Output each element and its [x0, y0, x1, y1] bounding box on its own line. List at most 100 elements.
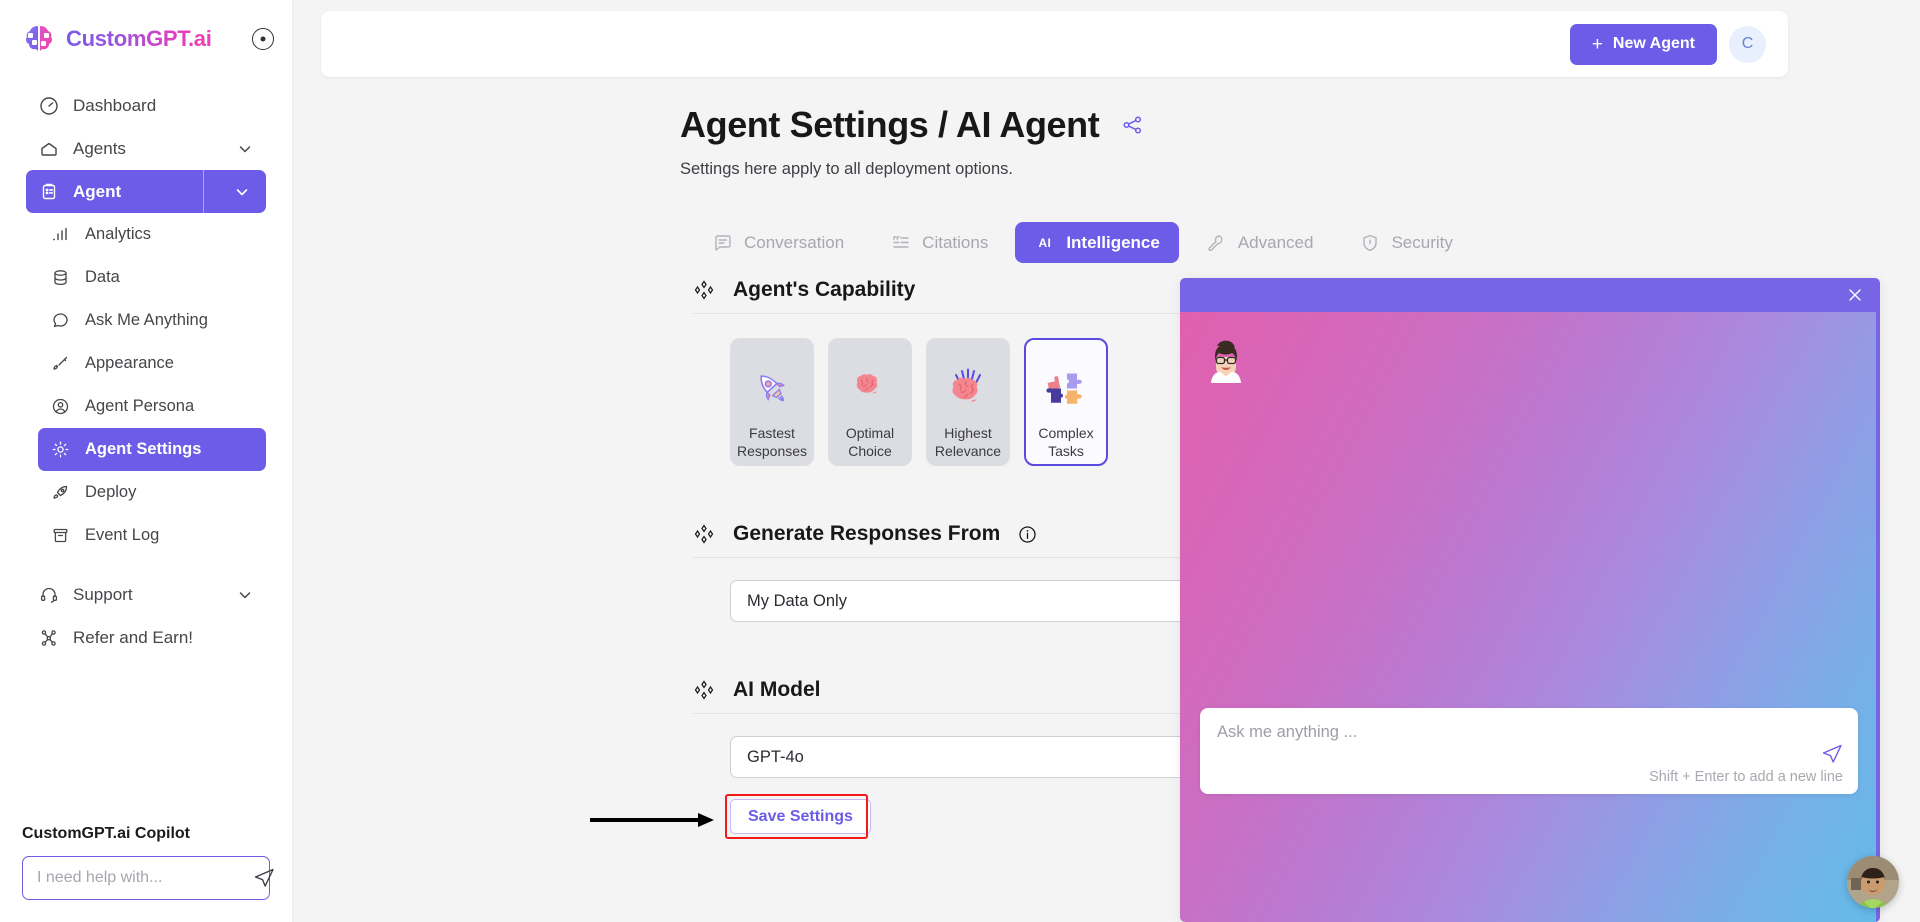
plus-icon: + — [1591, 33, 1603, 55]
rocket-icon — [50, 482, 71, 503]
rocket-art-icon — [749, 360, 795, 416]
chat-widget: Ask me anything ... Shift + Enter to add… — [1180, 278, 1880, 922]
home-icon — [38, 138, 59, 159]
sidebar-item-label: Deploy — [85, 483, 137, 501]
capability-card-label: Highest Relevance — [934, 425, 1002, 459]
chat-bubble-icon — [50, 310, 71, 331]
arrow-pointer-annotation — [590, 810, 715, 830]
bar-chart-icon — [50, 224, 71, 245]
brain-puzzle-logo — [22, 22, 56, 56]
tab-citations[interactable]: Citations — [871, 222, 1007, 263]
new-agent-button[interactable]: + New Agent — [1569, 23, 1717, 65]
sidebar-item-appearance[interactable]: Appearance — [38, 342, 266, 385]
capability-card-complex-tasks[interactable]: Complex Tasks — [1024, 338, 1108, 466]
headset-icon — [38, 584, 59, 605]
sidebar-item-label: Agent Settings — [85, 440, 202, 458]
sidebar: CustomGPT.ai Dashboard Agents Agent Anal… — [0, 0, 293, 922]
copilot-input-wrapper[interactable] — [22, 856, 274, 900]
brain-rays-art-icon — [943, 360, 993, 416]
capability-card-label: Fastest Responses — [736, 425, 808, 459]
sidebar-item-label: Appearance — [85, 354, 174, 372]
agent-avatar — [1205, 337, 1247, 383]
sidebar-item-label: Support — [73, 584, 133, 604]
info-icon[interactable] — [1018, 525, 1037, 544]
chat-input-hint: Shift + Enter to add a new line — [1649, 769, 1843, 785]
copilot-panel: CustomGPT.ai Copilot — [0, 825, 292, 922]
sidebar-item-agent-persona[interactable]: Agent Persona — [38, 385, 266, 428]
sidebar-item-label: Agents — [73, 138, 126, 158]
sidebar-item-label: Agent Persona — [85, 397, 195, 415]
capability-card-fastest-responses[interactable]: Fastest Responses — [730, 338, 814, 466]
chat-widget-body: Ask me anything ... Shift + Enter to add… — [1180, 312, 1880, 922]
wrench-icon — [1206, 232, 1227, 253]
capability-card-highest-relevance[interactable]: Highest Relevance — [926, 338, 1010, 466]
sidebar-item-label: Agent — [73, 181, 122, 201]
tab-security[interactable]: Security — [1340, 222, 1471, 263]
sidebar-item-label: Refer and Earn! — [73, 627, 194, 647]
shield-lock-icon — [1359, 232, 1380, 253]
gauge-icon — [38, 95, 59, 116]
avatar-initial: C — [1741, 35, 1754, 52]
support-person-avatar[interactable] — [1847, 856, 1899, 908]
sidebar-item-data[interactable]: Data — [38, 256, 266, 299]
tab-label: Conversation — [744, 232, 845, 252]
page-title: Agent Settings / AI Agent — [680, 104, 1100, 145]
page-title-row: Agent Settings / AI Agent — [680, 104, 1145, 146]
sidebar-item-event-log[interactable]: Event Log — [38, 514, 266, 557]
sidebar-item-ask-me-anything[interactable]: Ask Me Anything — [38, 299, 266, 342]
section-title: Agent's Capability — [733, 278, 916, 301]
brand-name: CustomGPT.ai — [66, 26, 212, 51]
collapse-sidebar-icon[interactable] — [252, 28, 274, 50]
tab-advanced[interactable]: Advanced — [1187, 222, 1333, 263]
sidebar-item-dashboard[interactable]: Dashboard — [26, 84, 266, 127]
ai-icon: AI — [1038, 235, 1052, 250]
chat-input-card[interactable]: Ask me anything ... Shift + Enter to add… — [1200, 708, 1858, 794]
sidebar-item-analytics[interactable]: Analytics — [38, 213, 266, 256]
chat-input-placeholder: Ask me anything ... — [1217, 723, 1358, 741]
section-title: AI Model — [733, 678, 821, 701]
tab-label: Security — [1391, 232, 1453, 252]
share-nodes-icon — [38, 627, 59, 648]
sparkle-diamond-icon — [693, 679, 715, 701]
quote-list-icon — [890, 232, 911, 253]
capability-card-label: Optimal Choice — [845, 425, 895, 459]
tab-intelligence[interactable]: AI Intelligence — [1015, 222, 1179, 263]
page-subtitle: Settings here apply to all deployment op… — [680, 160, 1013, 178]
chat-widget-header — [1180, 278, 1880, 312]
brain-art-icon — [849, 360, 891, 416]
capability-card-label: Complex Tasks — [1038, 425, 1094, 459]
close-icon[interactable] — [1846, 286, 1864, 304]
sidebar-item-agents[interactable]: Agents — [26, 127, 266, 170]
send-paper-plane-icon[interactable] — [1820, 742, 1844, 766]
sidebar-item-refer-and-earn[interactable]: Refer and Earn! — [26, 616, 266, 659]
sidebar-item-label: Event Log — [85, 526, 160, 544]
gear-icon — [50, 439, 71, 460]
capability-card-optimal-choice[interactable]: Optimal Choice — [828, 338, 912, 466]
database-icon — [50, 267, 71, 288]
save-settings-button[interactable]: Save Settings — [730, 799, 871, 834]
chevron-down-icon — [236, 140, 254, 158]
sidebar-item-deploy[interactable]: Deploy — [38, 471, 266, 514]
paintbrush-icon — [50, 353, 71, 374]
copilot-input[interactable] — [37, 869, 244, 887]
tab-conversation[interactable]: Conversation — [693, 222, 863, 263]
user-avatar[interactable]: C — [1729, 25, 1766, 63]
clipboard-icon — [38, 181, 59, 202]
section-title: Generate Responses From — [733, 522, 1001, 545]
sidebar-item-agent-settings[interactable]: Agent Settings — [38, 428, 266, 471]
sidebar-item-label: Data — [85, 268, 120, 286]
chevron-down-icon — [233, 183, 251, 201]
sidebar-item-agent[interactable]: Agent — [26, 170, 266, 213]
nav-gap — [0, 557, 292, 573]
sidebar-item-label: Ask Me Anything — [85, 311, 208, 329]
sparkle-diamond-icon — [693, 523, 715, 545]
brand-row: CustomGPT.ai — [0, 0, 292, 70]
copilot-title: CustomGPT.ai Copilot — [22, 825, 190, 842]
sidebar-item-support[interactable]: Support — [26, 573, 266, 616]
tab-label: Citations — [922, 232, 989, 252]
agent-expand-toggle[interactable] — [218, 170, 266, 213]
send-paper-plane-icon[interactable] — [252, 866, 276, 890]
puzzle-art-icon — [1043, 360, 1089, 416]
share-icon[interactable] — [1119, 112, 1145, 138]
user-circle-icon — [50, 396, 71, 417]
